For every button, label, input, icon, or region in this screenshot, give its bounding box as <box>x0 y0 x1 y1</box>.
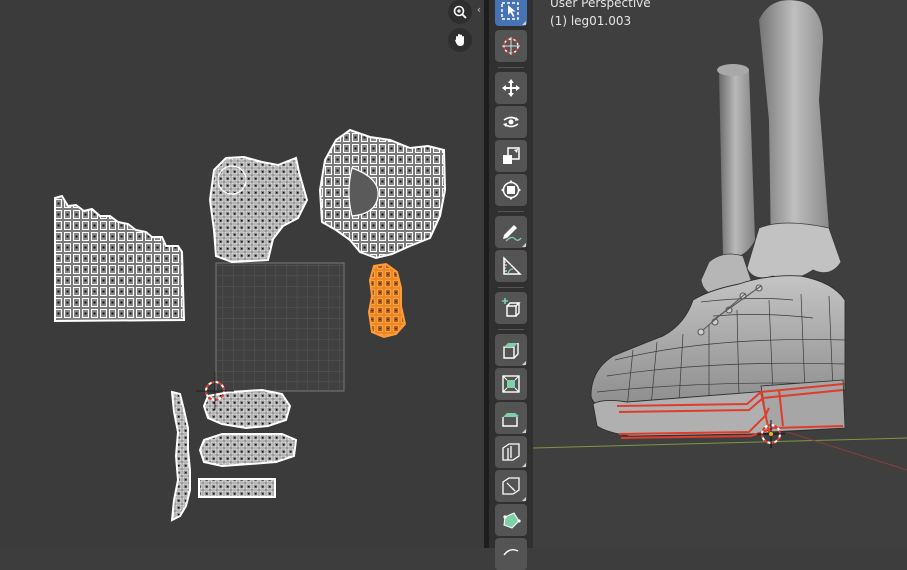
uv-island[interactable] <box>202 388 292 430</box>
knife-tool[interactable] <box>495 470 527 502</box>
transform-tool[interactable] <box>495 174 527 206</box>
uv-island[interactable] <box>318 128 447 260</box>
active-object-label: (1) leg01.003 <box>550 14 632 28</box>
extrude-tool[interactable] <box>495 334 527 366</box>
scale-icon <box>503 147 520 164</box>
loop-cut-tool[interactable] <box>495 436 527 468</box>
select-box-tool[interactable] <box>495 0 527 26</box>
scale-tool[interactable] <box>495 140 527 172</box>
cursor-tool[interactable] <box>495 30 527 62</box>
annotate-tool[interactable] <box>495 216 527 248</box>
select-box-icon <box>501 2 519 20</box>
loop-cut-icon <box>502 443 520 461</box>
view-perspective-label: User Perspective <box>550 0 651 10</box>
uv-island[interactable] <box>170 390 191 522</box>
add-cube-icon <box>502 298 521 317</box>
bevel-icon <box>502 413 519 427</box>
extrude-icon <box>503 343 519 359</box>
rotate-icon <box>503 116 519 128</box>
uv-island[interactable] <box>198 433 298 468</box>
spin-icon <box>503 548 519 556</box>
viewport-scene[interactable] <box>533 0 907 548</box>
zoom-icon[interactable] <box>448 0 472 24</box>
inset-icon <box>502 375 520 393</box>
uv-island[interactable] <box>54 194 186 323</box>
hand-pan-icon[interactable] <box>448 28 472 52</box>
tool-shelf <box>489 0 533 570</box>
move-tool[interactable] <box>495 72 527 104</box>
knife-icon <box>502 477 520 495</box>
back-leg-mesh <box>719 65 755 258</box>
measure-tool[interactable] <box>495 250 527 282</box>
poly-build-tool[interactable] <box>495 504 527 536</box>
3d-viewport[interactable]: User Perspective (1) leg01.003 <box>533 0 907 548</box>
spin-tool[interactable] <box>495 538 527 570</box>
front-leg-mesh <box>759 0 829 254</box>
uv-island[interactable] <box>198 478 276 498</box>
move-icon <box>502 79 520 97</box>
uv-canvas[interactable] <box>0 0 484 548</box>
sock-ruffle <box>746 222 842 280</box>
pencil-icon <box>503 225 522 242</box>
collapse-toggle[interactable]: ‹ <box>474 2 484 18</box>
inset-tool[interactable] <box>495 368 527 400</box>
transform-icon <box>501 180 521 200</box>
poly-build-icon <box>503 512 521 529</box>
rotate-tool[interactable] <box>495 106 527 138</box>
bevel-tool[interactable] <box>495 402 527 434</box>
uv-editor-panel[interactable]: ‹ <box>0 0 484 548</box>
add-cube-tool[interactable] <box>495 292 527 324</box>
ruler-icon <box>503 256 522 275</box>
cursor-icon <box>502 37 520 55</box>
uv-island-selected[interactable] <box>367 262 407 339</box>
